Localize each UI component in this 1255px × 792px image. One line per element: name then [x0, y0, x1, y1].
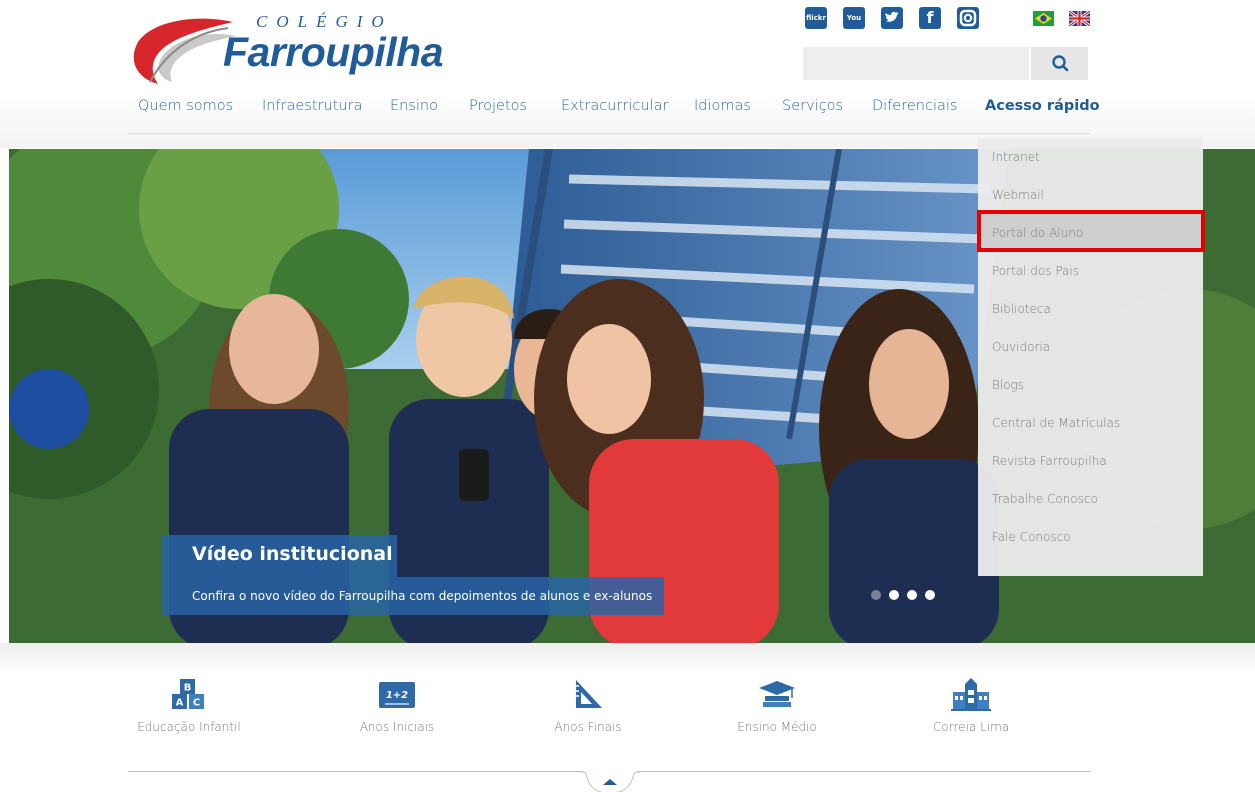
facebook-icon[interactable]: f	[919, 7, 941, 29]
dropdown-item-trabalhe-conosco[interactable]: Trabalhe Conosco	[978, 480, 1203, 518]
segment-label: Anos Finais	[554, 720, 622, 734]
nav-quem-somos[interactable]: Quem somos	[138, 98, 233, 114]
flickr-icon[interactable]: flickr	[805, 7, 827, 29]
search-input[interactable]	[803, 47, 1029, 80]
abc-blocks-icon: B A C	[172, 679, 204, 709]
segment-educacao-infantil[interactable]: B A C Educação Infantil	[119, 678, 259, 734]
dropdown-item-biblioteca[interactable]: Biblioteca	[978, 290, 1203, 328]
logo-main-text: Farroupilha	[223, 29, 444, 75]
dropdown-item-portal-dos-pais[interactable]: Portal dos Pais	[978, 252, 1203, 290]
segment-label: Correia Lima	[932, 720, 1010, 734]
dropdown-item-ouvidoria[interactable]: Ouvidoria	[978, 328, 1203, 366]
dropdown-item-revista-farroupilha[interactable]: Revista Farroupilha	[978, 442, 1203, 480]
nav-servicos[interactable]: Serviços	[782, 98, 843, 114]
slider-dot[interactable]	[907, 590, 917, 600]
segment-ensino-medio[interactable]: Ensino Médio	[707, 678, 847, 734]
search-icon	[1052, 55, 1069, 72]
nav-divider	[128, 133, 1090, 134]
svg-text:C: C	[193, 698, 200, 709]
nav-acesso-rapido[interactable]: Acesso rápido	[985, 98, 1100, 114]
nav-diferenciais[interactable]: Diferenciais	[872, 98, 957, 114]
nav-ensino[interactable]: Ensino	[390, 98, 438, 114]
building-icon	[951, 678, 991, 711]
svg-text:A: A	[176, 698, 184, 709]
segment-label: Ensino Médio	[737, 720, 817, 734]
segment-anos-iniciais[interactable]: 1+2 Anos Iniciais	[327, 678, 467, 734]
segment-label: Educação Infantil	[137, 720, 241, 734]
highlight-box	[977, 210, 1205, 252]
slider-dot[interactable]	[889, 590, 899, 600]
segment-correia-lima[interactable]: Correia Lima	[901, 678, 1041, 734]
scroll-up-tab[interactable]	[580, 771, 640, 792]
svg-text:1+2: 1+2	[386, 690, 408, 701]
nav-extracurricular[interactable]: Extracurricular	[561, 98, 668, 114]
nav-projetos[interactable]: Projetos	[469, 98, 527, 114]
dropdown-item-blogs[interactable]: Blogs	[978, 366, 1203, 404]
uk-flag-icon[interactable]	[1069, 11, 1090, 26]
bottom-divider-right	[637, 771, 1091, 772]
segment-label: Anos Iniciais	[359, 720, 435, 734]
segments-shade	[0, 643, 1255, 673]
instagram-icon[interactable]	[957, 7, 979, 29]
youtube-icon[interactable]: You Tube	[843, 7, 865, 44]
brazil-flag-icon[interactable]	[1033, 11, 1054, 26]
twitter-icon[interactable]	[881, 7, 903, 29]
graduation-cap-icon	[759, 681, 795, 707]
segment-anos-finais[interactable]: Anos Finais	[518, 678, 658, 734]
svg-text:B: B	[184, 683, 192, 694]
chalkboard-icon: 1+2	[379, 682, 415, 708]
acesso-rapido-dropdown: Intranet Webmail Portal do Aluno Portal …	[978, 138, 1203, 576]
bottom-divider-left	[128, 771, 583, 772]
nav-infraestrutura[interactable]: Infraestrutura	[262, 98, 362, 114]
hero-caption-text[interactable]: Confira o novo vídeo do Farroupilha com …	[162, 577, 664, 615]
site-logo[interactable]: COLÉGIO Farroupilha	[128, 12, 468, 92]
search-button[interactable]	[1029, 47, 1088, 80]
nav-idiomas[interactable]: Idiomas	[694, 98, 751, 114]
slider-dot[interactable]	[871, 590, 881, 600]
hero-caption-title[interactable]: Vídeo institucional	[162, 535, 397, 577]
dropdown-item-central-de-matriculas[interactable]: Central de Matrículas	[978, 404, 1203, 442]
dropdown-item-fale-conosco[interactable]: Fale Conosco	[978, 518, 1203, 556]
main-nav: Quem somos Infraestrutura Ensino Projeto…	[0, 98, 1255, 124]
feather-logo-icon	[133, 18, 236, 85]
dropdown-item-webmail[interactable]: Webmail	[978, 176, 1203, 214]
dropdown-item-intranet[interactable]: Intranet	[978, 138, 1203, 176]
slider-dot[interactable]	[925, 590, 935, 600]
ruler-triangle-icon	[576, 680, 602, 708]
